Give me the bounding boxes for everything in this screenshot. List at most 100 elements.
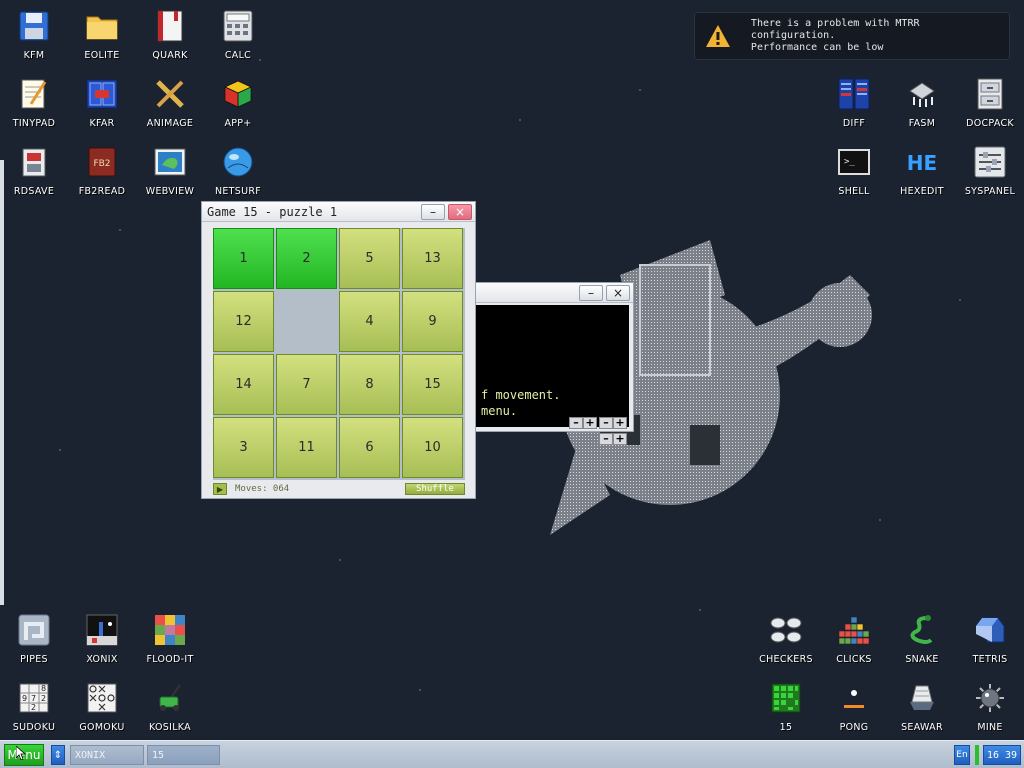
desktop-icon-diff[interactable]: DIFF [820,76,888,129]
svg-text:HE: HE [907,151,937,175]
desktop-icon-tetris[interactable]: TETRIS [956,612,1024,665]
clock[interactable]: 16 39 [983,745,1021,765]
shuffle-button[interactable]: Shuffle [405,483,465,495]
notepad-icon [16,76,52,112]
play-icon[interactable]: ▶ [213,483,227,495]
mtrr-warning-notification[interactable]: There is a problem with MTRR configurati… [694,12,1010,60]
desktop-icon-docpack[interactable]: DOCPACK [956,76,1024,129]
icon-label: GOMOKU [79,722,125,733]
desktop-icon-seawar[interactable]: SEAWAR [888,680,956,733]
icon-label: CALC [224,50,252,61]
icon-label: CLICKS [836,654,872,665]
desktop-icon-pong[interactable]: PONG [820,680,888,733]
terminal-close-button[interactable]: × [606,284,630,301]
puzzle-tile[interactable]: 5 [339,228,400,289]
desktop-icon-kfar[interactable]: KFAR [68,76,136,129]
chip-icon [904,76,940,112]
svg-text:7: 7 [31,694,36,703]
terminal-minus-button-3[interactable]: – [599,433,613,445]
icon-label: TINYPAD [12,118,56,129]
checkers-icon [768,612,804,648]
desktop-icon-fb2read[interactable]: FB2 FB2READ [68,144,136,197]
desktop-icon-webview[interactable]: WEBVIEW [136,144,204,197]
icon-label: CHECKERS [759,654,813,665]
icon-label: APP+ [224,118,252,129]
icon-label: ANIMAGE [146,118,194,129]
desktop-icon-snake[interactable]: SNAKE [888,612,956,665]
game-footer: ▶ Moves: 064 Shuffle [213,483,465,495]
puzzle-tile[interactable]: 9 [402,291,463,352]
desktop-icon-sudoku[interactable]: 8 9722 SUDOKU [0,680,68,733]
lawnmower-icon [152,680,188,716]
game15-window[interactable]: Game 15 - puzzle 1 – × 1 2 5 13 12 4 9 14 7 8 15 3 1… [201,201,476,499]
icon-label: HEXEDIT [900,186,944,197]
desktop-icon-kfm[interactable]: KFM [0,8,68,61]
terminal-minus-button-2[interactable]: – [599,417,613,429]
icon-label: FASM [908,118,936,129]
icon-label: DIFF [842,118,866,129]
terminal-plus-button-2[interactable]: + [613,417,627,429]
puzzle-tile[interactable]: 15 [402,354,463,415]
desktop-icon-kosilka[interactable]: KOSILKA [136,680,204,733]
desktop-icon-gomoku[interactable]: GOMOKU [68,680,136,733]
puzzle-tile[interactable]: 12 [213,291,274,352]
taskbar-item-xonix[interactable]: XONIX [70,745,144,765]
puzzle-tile[interactable]: 10 [402,417,463,478]
floppy-disk-icon [16,8,52,44]
puzzle-tile[interactable]: 7 [276,354,337,415]
desktop-icon-netsurf[interactable]: NETSURF [204,144,272,197]
moves-counter: Moves: 064 [235,484,290,494]
terminal-minus-button-1[interactable]: – [569,417,583,429]
desktop-icon-shell[interactable]: >_ SHELL [820,144,888,197]
terminal-minimize-button[interactable]: – [579,284,603,301]
desktop-icon-quark[interactable]: QUARK [136,8,204,61]
globe-icon [220,144,256,180]
desktop-icon-app-plus[interactable]: APP+ [204,76,272,129]
minimize-button[interactable]: – [421,203,445,220]
desktop-icon-calc[interactable]: CALC [204,8,272,61]
puzzle-tile[interactable]: 11 [276,417,337,478]
desktop-icon-eolite[interactable]: EOLITE [68,8,136,61]
game15-titlebar[interactable]: Game 15 - puzzle 1 – × [202,202,475,222]
puzzle-tile[interactable]: 2 [276,228,337,289]
desktop-icon-15[interactable]: 15 [752,680,820,733]
terminal-plus-button-3[interactable]: + [613,433,627,445]
background-terminal-window[interactable]: – × f movement. menu. – + – + – + [470,282,634,445]
taskbar-item-15[interactable]: 15 [147,745,220,765]
taskbar-switch-icon[interactable]: ⇕ [51,745,65,765]
desktop-icon-xonix[interactable]: XONIX [68,612,136,665]
desktop-icon-tinypad[interactable]: TINYPAD [0,76,68,129]
puzzle-tile[interactable]: 8 [339,354,400,415]
terminal-plus-button-1[interactable]: + [583,417,597,429]
language-indicator[interactable]: En [954,745,970,765]
puzzle-tile[interactable]: 3 [213,417,274,478]
desktop-icon-clicks[interactable]: CLICKS [820,612,888,665]
desktop-icon-flood-it[interactable]: FLOOD-IT [136,612,204,665]
desktop-icon-pipes[interactable]: PIPES [0,612,68,665]
puzzle-tile[interactable]: 4 [339,291,400,352]
desktop-icon-fasm[interactable]: FASM [888,76,956,129]
desktop-icon-animage[interactable]: ANIMAGE [136,76,204,129]
rubiks-cube-icon [220,76,256,112]
icon-label: MINE [977,722,1003,733]
desktop-icon-mine[interactable]: MINE [956,680,1024,733]
notification-line-1: There is a problem with MTRR configurati… [750,18,920,41]
icon-label: SNAKE [905,654,939,665]
svg-text:2: 2 [41,694,46,703]
puzzle-tile[interactable]: 13 [402,228,463,289]
xonix-icon [84,612,120,648]
desktop-icon-hexedit[interactable]: HE HEXEDIT [888,144,956,197]
globe-map-icon [152,144,188,180]
desktop-icon-checkers[interactable]: CHECKERS [752,612,820,665]
puzzle-tile[interactable]: 6 [339,417,400,478]
icon-label: SEAWAR [901,722,943,733]
icon-label: XONIX [86,654,118,665]
notification-text: There is a problem with MTRR configurati… [751,18,1009,54]
terminal-titlebar[interactable]: – × [471,283,633,303]
icon-label: EOLITE [84,50,120,61]
puzzle-tile[interactable]: 14 [213,354,274,415]
desktop-icon-rdsave[interactable]: RDSAVE [0,144,68,197]
close-button[interactable]: × [448,203,472,220]
puzzle-tile[interactable]: 1 [213,228,274,289]
desktop-icon-syspanel[interactable]: SYSPANEL [956,144,1024,197]
